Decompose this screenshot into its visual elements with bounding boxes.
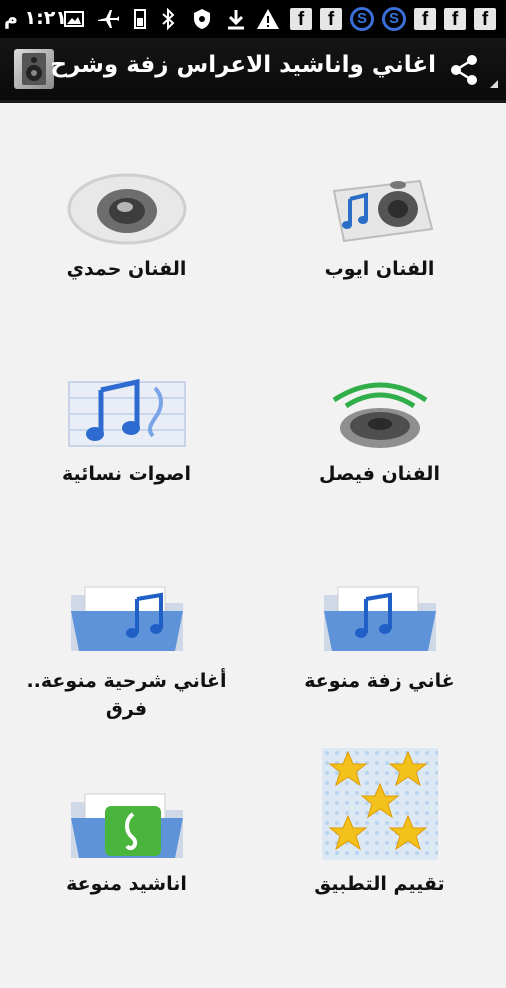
share-icon[interactable] [442, 50, 486, 90]
status-bar: ١:٢١ م f f S S f f f [0, 0, 506, 38]
green-music-folder-icon [70, 793, 183, 858]
skype-icon: S [350, 7, 374, 31]
action-bar: اغاني واناشيد الاعراس زفة وشرح [0, 38, 506, 103]
category-label: اناشيد منوعة [66, 873, 187, 895]
category-label: اصوات نسائية [61, 463, 192, 485]
speaker-icon [67, 173, 186, 245]
facebook-icon: f [474, 8, 496, 30]
sound-waves-speaker-icon [332, 382, 427, 448]
category-label: تقييم التطبيق [314, 873, 445, 895]
category-ayoub[interactable]: الفنان ايوب [253, 173, 506, 373]
airplane-icon [98, 10, 119, 28]
category-grid: الفنان حمدي الفنان ايوب اصوات نسائية الف… [0, 103, 506, 900]
category-label: الفنان ايوب [324, 258, 435, 280]
music-speaker-icon [332, 179, 433, 243]
category-anasheed[interactable]: اناشيد منوعة [0, 788, 253, 988]
shield-icon [194, 9, 210, 29]
download-icon [228, 10, 244, 30]
music-folder-icon [70, 586, 183, 651]
photo-icon [64, 11, 84, 27]
facebook-icon: f [444, 8, 466, 30]
stars-icon [321, 748, 438, 860]
sim-icon [134, 9, 146, 29]
overflow-indicator [490, 80, 498, 88]
facebook-icon: f [414, 8, 436, 30]
facebook-icon: f [320, 8, 342, 30]
music-note-file-icon [67, 378, 186, 447]
category-sharh-mixed[interactable]: أغاني شرحية منوعة.. فرق [0, 583, 253, 783]
facebook-icon: f [290, 8, 312, 30]
clock: ١:٢١ م [4, 7, 67, 29]
rate-app[interactable]: تقييم التطبيق [253, 748, 506, 948]
category-label: غاني زفة منوعة [304, 670, 455, 692]
category-female-voices[interactable]: اصوات نسائية [0, 378, 253, 578]
app-title: اغاني واناشيد الاعراس زفة وشرح [50, 52, 436, 78]
category-label: الفنان حمدي [66, 258, 187, 280]
music-folder-icon [323, 586, 436, 651]
category-hamdi[interactable]: الفنان حمدي [0, 173, 253, 373]
app-logo-icon [14, 49, 54, 89]
category-faisal[interactable]: الفنان فيصل [253, 378, 506, 578]
bluetooth-icon [162, 7, 175, 31]
category-label: الفنان فيصل [319, 463, 440, 485]
warning-icon [257, 9, 279, 29]
skype-icon: S [382, 7, 406, 31]
category-label: أغاني شرحية منوعة.. فرق [26, 670, 227, 720]
